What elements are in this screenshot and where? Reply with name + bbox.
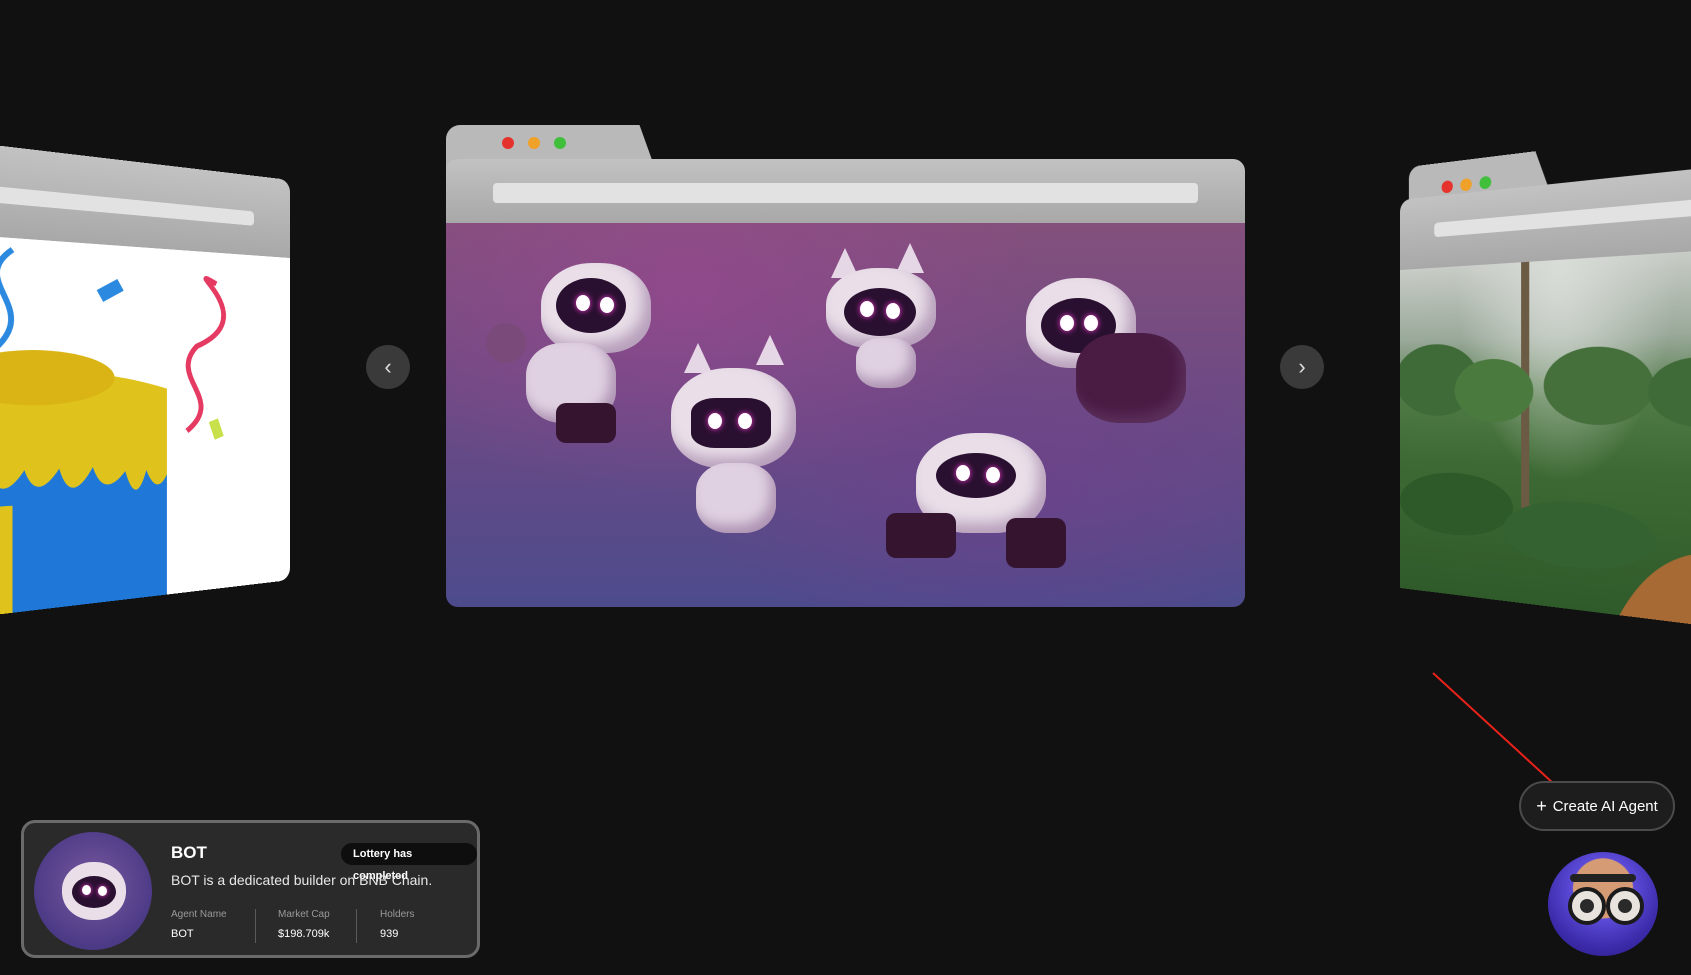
address-bar <box>493 183 1198 203</box>
status-badge: Lottery has completed <box>341 843 477 882</box>
stat-market-cap: Market Cap $198.709k <box>278 909 330 940</box>
cake-illustration <box>0 233 290 622</box>
stat-divider <box>356 909 357 943</box>
stat-label: Agent Name <box>171 909 227 920</box>
agent-name: BOT <box>171 843 207 862</box>
agent-description: BOT is a dedicated builder on BNB Chain. <box>171 872 433 888</box>
slide-image-cake <box>0 232 291 622</box>
stat-label: Holders <box>380 909 415 920</box>
slide-image-robots <box>446 223 1245 607</box>
stat-holders: Holders 939 <box>380 909 414 940</box>
window-close-dot <box>502 137 514 149</box>
slide-image-field <box>1400 247 1691 632</box>
glasses-icon <box>1568 887 1606 925</box>
stat-value: 939 <box>380 928 399 940</box>
stat-value: $198.709k <box>278 928 330 940</box>
carousel-slide-right[interactable] <box>1400 124 1691 632</box>
assistant-avatar[interactable] <box>1548 852 1658 956</box>
chevron-left-icon: ‹ <box>384 354 392 379</box>
agent-card[interactable]: BOT Lottery has completed BOT is a dedic… <box>21 820 480 958</box>
stat-divider <box>255 909 256 943</box>
stat-agent-name: Agent Name BOT <box>171 909 227 940</box>
window-minimize-dot <box>528 137 540 149</box>
field-illustration <box>1400 261 1691 632</box>
carousel-prev-button[interactable]: ‹ <box>366 345 410 389</box>
carousel-next-button[interactable]: › <box>1280 345 1324 389</box>
stat-value: BOT <box>171 928 194 940</box>
create-ai-agent-label: Create AI Agent <box>1552 797 1658 815</box>
agent-avatar <box>34 832 152 950</box>
chevron-right-icon: › <box>1298 354 1306 379</box>
glasses-icon <box>1606 887 1644 925</box>
assistant-brow <box>1570 874 1636 882</box>
carousel-slide-left[interactable] <box>0 138 291 622</box>
carousel-slide-active[interactable] <box>446 125 1245 607</box>
create-ai-agent-button[interactable]: + Create AI Agent <box>1519 781 1675 831</box>
window-maximize-dot <box>554 137 566 149</box>
stat-label: Market Cap <box>278 909 330 920</box>
plus-icon: + <box>1536 795 1547 816</box>
